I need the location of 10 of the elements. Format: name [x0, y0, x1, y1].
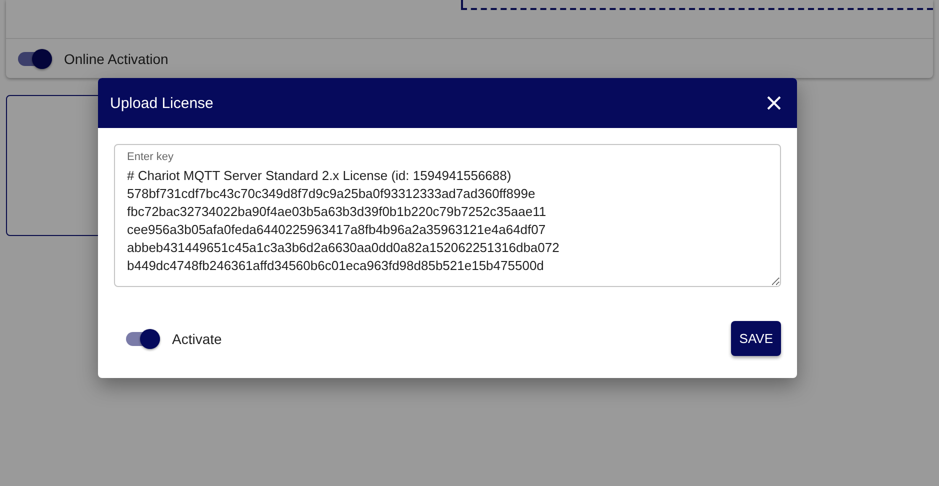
key-field[interactable]: Enter key # Chariot MQTT Server Standard 2.x License (id: 1594941556688) 578bf731cdf7bc43c70c349d8f7d9c9a25ba0f93312333ad7ad360ff899e fbc72bac32734022ba90f4ae03b5a63b3d39f0b1b220c79b7252c35aae11 cee956a3b05afa0feda6440225963417a8fb4b96a2a35963121e4a64df07 abbeb431449651c45a1c3a3b6d2a6630aa0dd0a82a152062251316dba072 b449dc4748fb246361affd34560b6c01eca963fd98d85b521e15b475500d	[114, 144, 781, 287]
online-activation-switch[interactable]	[18, 52, 52, 66]
dialog-title: Upload License	[110, 94, 214, 112]
close-icon	[767, 96, 781, 110]
field-label: Enter key	[127, 151, 174, 163]
activate-switch[interactable]	[126, 332, 160, 346]
save-button[interactable]: SAVE	[731, 321, 781, 356]
switch-label: Online Activation	[64, 50, 168, 66]
switch-label: Activate	[172, 330, 222, 346]
close-button[interactable]	[767, 96, 781, 110]
